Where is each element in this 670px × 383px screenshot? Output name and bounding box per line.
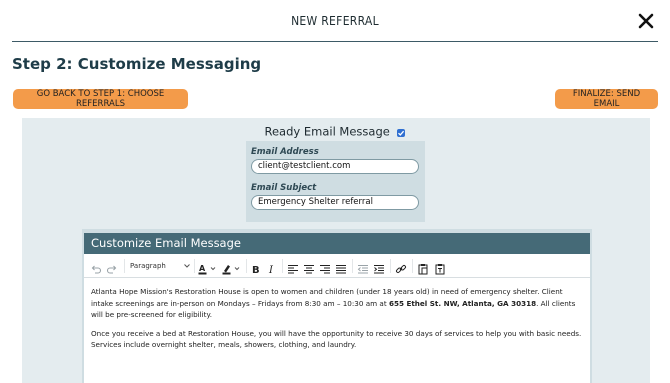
svg-text:B: B — [252, 265, 260, 275]
email-address-label: Email Address — [251, 147, 319, 157]
bold-icon[interactable]: B — [250, 260, 262, 276]
align-left-icon[interactable] — [287, 260, 299, 274]
email-address-field[interactable]: client@testclient.com — [251, 159, 419, 174]
editor-content[interactable]: Atlanta Hope Mission's Restoration House… — [84, 278, 590, 383]
toolbar-separator — [412, 259, 413, 273]
italic-icon[interactable]: I — [266, 260, 278, 276]
paragraph-select[interactable]: Paragraph — [130, 260, 190, 272]
link-icon[interactable] — [395, 260, 407, 274]
text-color-icon[interactable]: A — [198, 260, 218, 275]
modal-header: NEW REFERRAL — [0, 0, 670, 42]
redo-icon[interactable] — [106, 260, 118, 274]
toolbar-separator — [194, 259, 195, 273]
finalize-send-email-button[interactable]: FINALIZE: SEND EMAIL — [555, 89, 658, 109]
paste-text-icon[interactable] — [434, 260, 446, 275]
toolbar-separator — [352, 259, 353, 273]
toolbar-separator — [390, 259, 391, 273]
close-icon[interactable] — [636, 11, 656, 31]
toolbar-separator — [246, 259, 247, 273]
ready-email-label: Ready Email Message — [264, 124, 390, 139]
outdent-icon[interactable] — [357, 260, 369, 274]
indent-icon[interactable] — [373, 260, 385, 274]
highlight-icon[interactable] — [222, 260, 242, 275]
undo-icon[interactable] — [90, 260, 102, 274]
toolbar-separator — [282, 259, 283, 273]
editor-toolbar: Paragraph A B I — [84, 254, 590, 278]
svg-text:I: I — [268, 265, 274, 275]
back-to-step1-button[interactable]: GO BACK TO STEP 1: CHOOSE REFERRALS — [13, 89, 188, 109]
editor-title: Customize Email Message — [84, 233, 590, 254]
address-bold-text: 655 Ethel St. NW, Atlanta, GA 30318 — [388, 298, 537, 308]
message-paragraph: Once you receive a bed at Restoration Ho… — [91, 328, 582, 350]
header-divider — [12, 41, 658, 42]
email-subject-field[interactable]: Emergency Shelter referral — [251, 195, 419, 210]
align-justify-icon[interactable] — [335, 260, 347, 274]
message-paragraph: Atlanta Hope Mission's Restoration House… — [91, 286, 583, 321]
paste-icon[interactable] — [417, 260, 429, 275]
email-subject-label: Email Subject — [251, 183, 317, 193]
email-fields-box: Email Address client@testclient.com Emai… — [246, 141, 425, 222]
page-title: Step 2: Customize Messaging — [12, 55, 262, 73]
email-editor: Customize Email Message Paragraph A B I … — [82, 229, 592, 383]
align-right-icon[interactable] — [319, 260, 331, 274]
align-center-icon[interactable] — [303, 260, 315, 274]
paragraph-select-value: Paragraph — [130, 262, 166, 270]
svg-text:A: A — [199, 264, 206, 273]
ready-email-row: Ready Email Message — [0, 124, 670, 139]
ready-email-checkbox[interactable] — [397, 128, 406, 137]
toolbar-separator — [124, 259, 125, 273]
modal-title: NEW REFERRAL — [291, 14, 379, 28]
